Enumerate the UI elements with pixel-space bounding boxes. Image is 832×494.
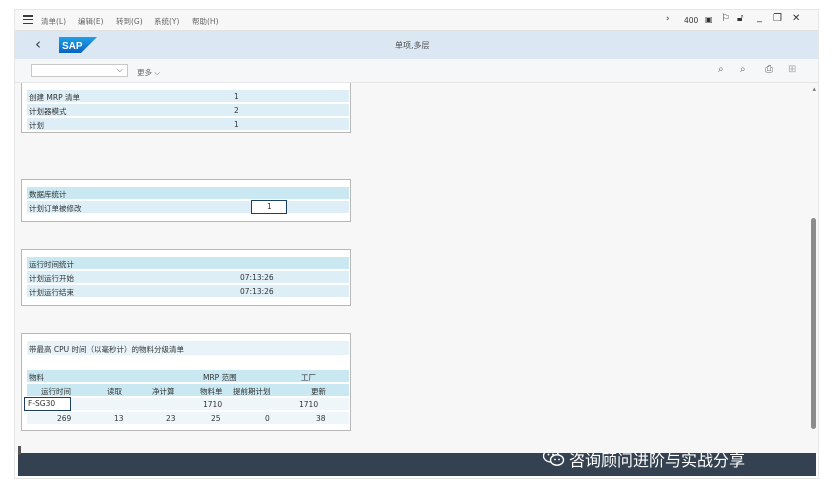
main-content: ▴ 创建 MRP 清单 1 计划器模式 2 计划 1 数据库统计 计划订单被修改 — [15, 83, 818, 453]
menu-list[interactable]: 清单(L) — [41, 16, 66, 27]
minimize-icon[interactable]: _ — [757, 12, 762, 23]
row-label: 创建 MRP 清单 — [29, 93, 80, 102]
print-icon[interactable]: ⎙ — [765, 64, 773, 75]
shell-header: ‹ SAP 单项,多层 — [15, 31, 818, 59]
lead-plan-value: 0 — [265, 414, 270, 423]
table-row: 计划 1 — [27, 118, 349, 131]
application-toolbar: ⌵ 更多 ⌵ ⌕ ⌕ ⎙ ⊞ — [15, 59, 818, 83]
plant-value: 1710 — [299, 400, 319, 409]
mrp-scope-value: 1710 — [203, 400, 223, 409]
col-material: 物料 — [29, 373, 44, 382]
page-title: 单项,多层 — [395, 41, 430, 50]
table-row: 计划运行开始 07:13:26 — [27, 271, 349, 284]
mrp-parameters-panel: 创建 MRP 清单 1 计划器模式 2 计划 1 — [21, 83, 351, 133]
table-row: 创建 MRP 清单 1 — [27, 90, 349, 103]
footer-marker — [18, 446, 21, 455]
menu-system[interactable]: 系统(Y) — [154, 16, 179, 27]
svg-text:SAP: SAP — [62, 41, 83, 52]
col-runtime: 运行时间 — [41, 387, 71, 396]
wechat-icon — [543, 449, 565, 466]
flag-icon[interactable]: ⚐ — [721, 13, 730, 24]
scroll-up-icon[interactable]: ▴ — [812, 85, 816, 93]
read-value: 13 — [114, 414, 124, 423]
settings-icon[interactable]: ⊞ — [788, 64, 796, 75]
panel-title-row: 带最高 CPU 时间（以毫秒计）的物料分级清单 — [27, 341, 349, 356]
row-value: 07:13:26 — [240, 273, 274, 282]
row-label: 计划运行开始 — [29, 274, 74, 283]
chevron-down-icon: ⌵ — [116, 65, 123, 74]
col-read: 读取 — [107, 387, 122, 396]
row-label: 计划订单被修改 — [29, 204, 82, 213]
chevron-right-icon[interactable]: › — [666, 14, 670, 24]
row-value: 07:13:26 — [240, 287, 274, 296]
row-label: 计划 — [29, 121, 44, 130]
row-label: 计划器模式 — [29, 107, 67, 116]
database-statistics-panel: 数据库统计 计划订单被修改 1 — [21, 179, 351, 222]
col-mrp-scope: MRP 范围 — [203, 373, 237, 382]
hamburger-menu-icon[interactable] — [23, 15, 33, 25]
runtime-value: 269 — [57, 414, 72, 423]
row-label: 计划运行结束 — [29, 288, 74, 297]
unlock-icon[interactable]: 🔓︎ — [737, 13, 743, 24]
sap-logo: SAP — [59, 37, 97, 53]
material-value: F-SG30 — [28, 399, 56, 408]
row-value: 2 — [234, 106, 239, 115]
panel-header: 数据库统计 — [27, 187, 349, 200]
menu-help[interactable]: 帮助(H) — [192, 16, 219, 27]
more-label: 更多 — [137, 68, 152, 77]
bom-value: 25 — [211, 414, 221, 423]
panel-title: 带最高 CPU 时间（以毫秒计）的物料分级清单 — [29, 345, 185, 354]
table-row: 269 13 23 25 0 38 — [27, 412, 349, 425]
col-lead-plan: 提前期计划 — [233, 387, 271, 396]
runtime-statistics-panel: 运行时间统计 计划运行开始 07:13:26 计划运行结束 07:13:26 — [21, 249, 351, 306]
action-dropdown[interactable]: ⌵ — [31, 64, 128, 77]
search-next-icon[interactable]: ⌕ — [740, 64, 746, 75]
more-menu[interactable]: 更多 ⌵ — [137, 67, 160, 78]
watermark: 咨询顾问进阶与实战分享 — [543, 447, 746, 471]
search-icon[interactable]: ⌕ — [718, 64, 724, 75]
restore-icon[interactable]: ❐ — [773, 13, 782, 24]
table-row: 计划运行结束 07:13:26 — [27, 285, 349, 298]
col-update: 更新 — [311, 387, 326, 396]
column-header-row: 物料 MRP 范围 工厂 — [27, 370, 349, 383]
column-header-row: 运行时间 读取 净计算 物料单 提前期计划 更新 — [27, 384, 349, 397]
table-row: 计划器模式 2 — [27, 104, 349, 117]
back-arrow-icon[interactable]: ‹ — [35, 35, 41, 53]
row-value: 1 — [267, 202, 272, 211]
row-value: 1 — [234, 120, 239, 129]
row-value: 1 — [234, 92, 239, 101]
menu-bar: 清单(L) 编辑(E) 转到(G) 系统(Y) 帮助(H) › 400 ▣ ⚐ … — [15, 10, 818, 31]
watermark-text: 咨询顾问进阶与实战分享 — [569, 451, 746, 470]
highlight-box[interactable]: 1 — [251, 200, 287, 214]
screen-icon[interactable]: ▣ — [705, 15, 713, 24]
menu-edit[interactable]: 编辑(E) — [78, 16, 104, 27]
update-value: 38 — [316, 414, 326, 423]
close-icon[interactable]: ✕ — [792, 13, 800, 24]
client-number: 400 — [684, 16, 699, 25]
sap-window: 清单(L) 编辑(E) 转到(G) 系统(Y) 帮助(H) › 400 ▣ ⚐ … — [15, 10, 818, 478]
col-bom: 物料单 — [200, 387, 223, 396]
cpu-time-bom-panel: 带最高 CPU 时间（以毫秒计）的物料分级清单 物料 MRP 范围 工厂 运行时… — [21, 333, 351, 431]
panel-header-label: 数据库统计 — [29, 190, 67, 199]
vertical-scrollbar[interactable] — [811, 218, 816, 429]
menu-goto[interactable]: 转到(G) — [116, 16, 143, 27]
table-row: 计划订单被修改 1 — [27, 200, 349, 214]
col-net-calc: 净计算 — [152, 387, 175, 396]
panel-header: 运行时间统计 — [27, 257, 349, 270]
net-calc-value: 23 — [166, 414, 176, 423]
material-highlight-box[interactable]: F-SG30 — [24, 397, 71, 411]
table-row: F-SG30 1710 1710 — [24, 397, 349, 411]
col-plant: 工厂 — [301, 373, 316, 382]
panel-header-label: 运行时间统计 — [29, 260, 74, 269]
